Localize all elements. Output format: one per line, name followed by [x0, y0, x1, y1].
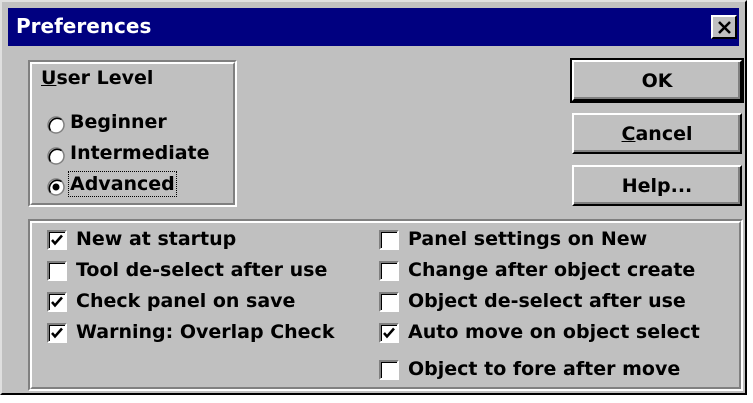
checkmark-icon — [383, 327, 395, 339]
user-level-label: User Level — [41, 67, 154, 89]
checkbox-label: Auto move on object select — [408, 321, 700, 343]
radio-label: Beginner — [70, 111, 167, 133]
checkbox-label: Tool de-select after use — [76, 259, 328, 281]
radio-selected-icon — [47, 178, 65, 196]
help-button[interactable]: Help... — [572, 165, 742, 206]
checkbox-box — [47, 261, 67, 281]
radio-label: Intermediate — [70, 142, 210, 164]
ok-button[interactable]: OK — [570, 58, 744, 103]
radio-icon — [47, 116, 65, 134]
checkbox-box — [379, 323, 399, 343]
title-bar[interactable]: Preferences — [8, 8, 739, 46]
close-button[interactable] — [711, 15, 737, 39]
checkbox-box — [47, 230, 67, 250]
checkbox-label: Check panel on save — [76, 290, 296, 312]
checkbox-box — [379, 292, 399, 312]
checkbox-label: Object to fore after move — [408, 358, 681, 380]
help-label: Help... — [621, 174, 693, 197]
checkbox-label: Change after object create — [408, 259, 696, 281]
radio-icon — [47, 147, 65, 165]
ok-label: OK — [641, 69, 673, 92]
checkbox-label: Warning: Overlap Check — [76, 321, 335, 343]
checkbox-box — [47, 292, 67, 312]
checkbox-label: New at startup — [76, 228, 237, 250]
checkbox-box — [379, 360, 399, 380]
checkbox-box — [47, 323, 67, 343]
checkmark-icon — [51, 327, 63, 339]
radio-label: Advanced — [68, 171, 177, 197]
cancel-button[interactable]: Cancel — [572, 113, 742, 154]
checkbox-box — [379, 261, 399, 281]
preferences-dialog: Preferences User Level Beginner Intermed… — [0, 0, 747, 395]
close-icon — [718, 21, 731, 34]
checkbox-box — [379, 230, 399, 250]
checkbox-label: Object de-select after use — [408, 290, 686, 312]
checkbox-label: Panel settings on New — [408, 228, 648, 250]
checkmark-icon — [51, 234, 63, 246]
checkmark-icon — [51, 296, 63, 308]
window-title: Preferences — [16, 14, 152, 38]
cancel-label: Cancel — [621, 122, 693, 145]
